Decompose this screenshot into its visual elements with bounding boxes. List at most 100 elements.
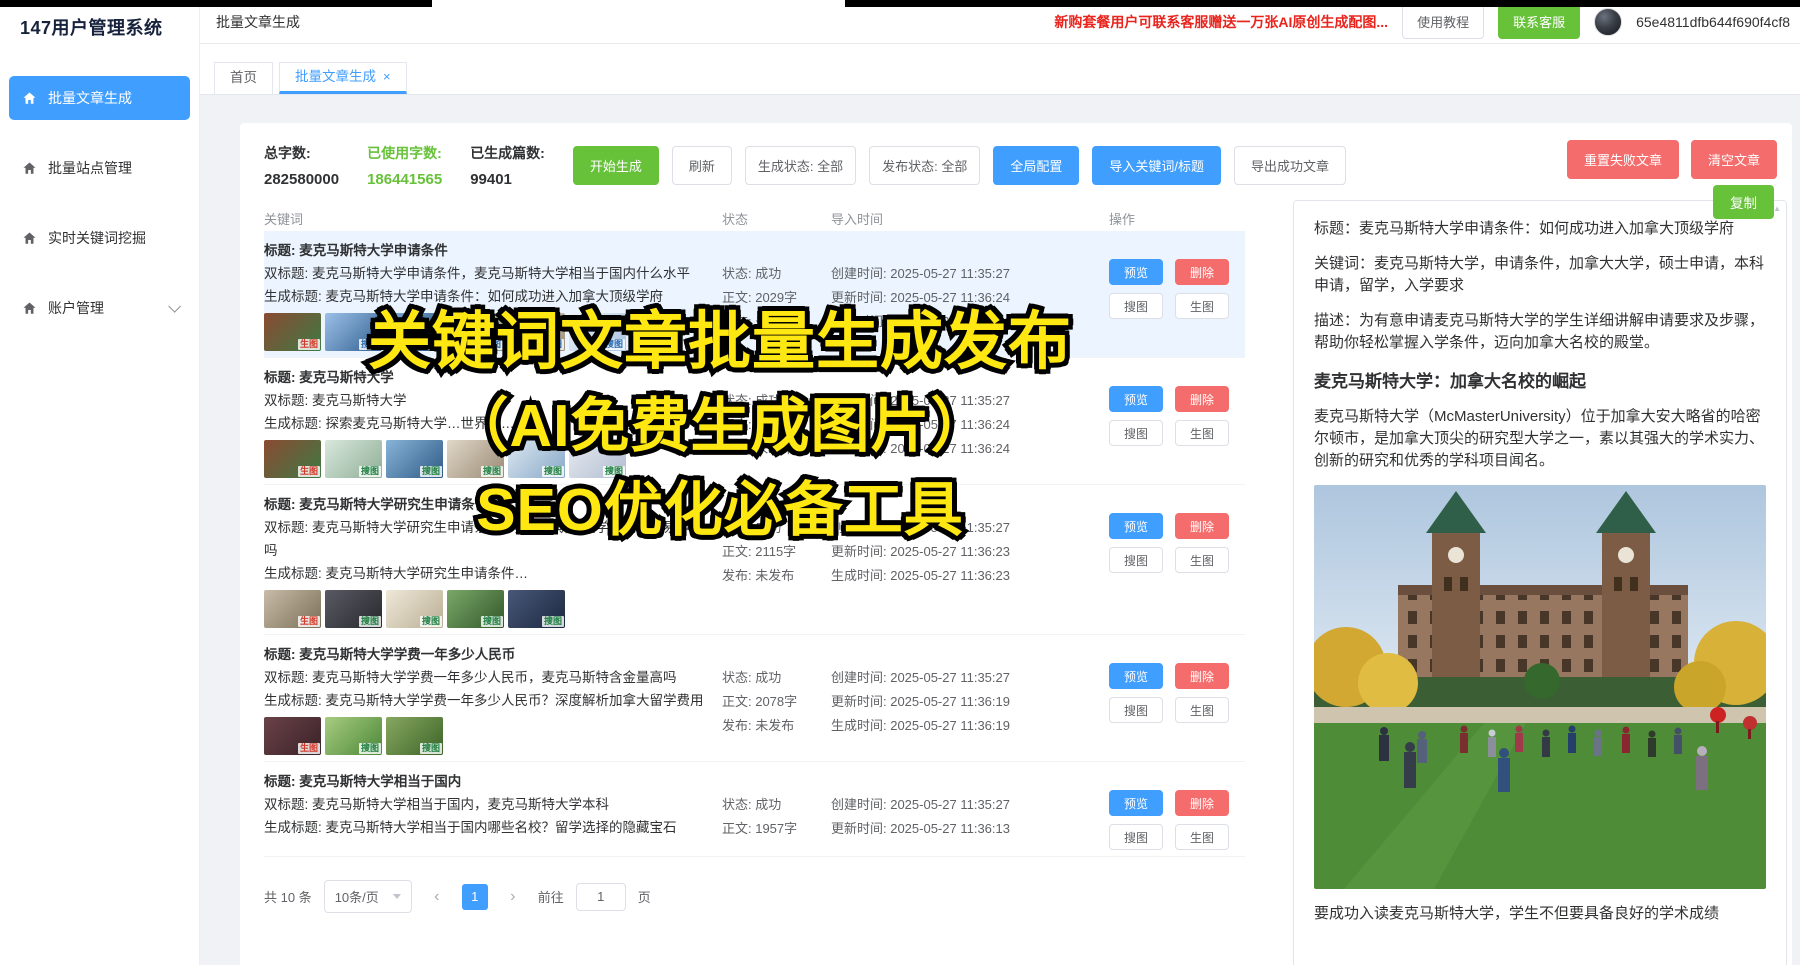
generate-status-select[interactable]: 生成状态: 全部 <box>745 146 856 185</box>
copy-button[interactable]: 复制 <box>1713 185 1774 219</box>
prev-page-button[interactable]: ‹ <box>424 884 450 910</box>
article-thumbnail[interactable]: 生图 <box>264 590 321 628</box>
created-time: 创建时间: 2025-05-27 11:35:27 <box>831 516 1081 540</box>
preview-button[interactable]: 预览 <box>1109 259 1163 285</box>
search-image-button[interactable]: 搜图 <box>1109 293 1163 319</box>
column-header-import-time: 导入时间 <box>831 209 1081 228</box>
close-icon[interactable]: × <box>383 69 391 84</box>
search-image-button[interactable]: 搜图 <box>1109 824 1163 850</box>
table-row[interactable]: 标题: 麦克马斯特大学申请条件 双标题: 麦克马斯特大学申请条件，麦克马斯特大学… <box>264 231 1245 358</box>
time-cell: 创建时间: 2025-05-27 11:35:27 更新时间: 2025-05-… <box>831 770 1081 850</box>
sidebar-item-batch-article[interactable]: 批量文章生成 <box>9 76 190 120</box>
announcement-text[interactable]: 新购套餐用户可联系客服赠送一万张AI原创生成配图... <box>1054 12 1388 32</box>
status-cell: 状态: 成功 正文: 2110字 发布: 未发布 <box>722 366 831 478</box>
article-thumbnail[interactable]: 搜图 <box>447 440 504 478</box>
contact-support-button[interactable]: 联系客服 <box>1498 4 1580 39</box>
video-letterbox-bar <box>0 0 432 7</box>
article-thumbnail[interactable]: 搜图 <box>325 590 382 628</box>
article-thumbnail[interactable]: 生图 <box>264 440 321 478</box>
article-thumbnail[interactable]: 搜图 <box>386 590 443 628</box>
publish-line: 发布: 未发布 <box>722 714 831 738</box>
goto-page-input[interactable] <box>576 883 626 911</box>
table-row[interactable]: 标题: 麦克马斯特大学学费一年多少人民币 双标题: 麦克马斯特大学学费一年多少人… <box>264 635 1245 762</box>
goto-label: 前往 <box>538 887 564 906</box>
preview-button[interactable]: 预览 <box>1109 513 1163 539</box>
page-number-button[interactable]: 1 <box>462 884 488 910</box>
global-config-button[interactable]: 全局配置 <box>993 146 1079 185</box>
article-thumbnail[interactable]: 生图 <box>264 717 321 755</box>
delete-button[interactable]: 删除 <box>1175 513 1229 539</box>
reset-failed-button[interactable]: 重置失败文章 <box>1567 140 1679 179</box>
sidebar-item-batch-sites[interactable]: 批量站点管理 <box>9 146 190 190</box>
page-size-select[interactable]: 10条/页 <box>324 880 412 913</box>
article-thumbnail[interactable]: 搜图 <box>386 717 443 755</box>
tab-batch-article[interactable]: 批量文章生成× <box>279 62 407 94</box>
status-line: 状态: 成功 <box>722 793 831 817</box>
stat-value: 186441565 <box>367 171 442 188</box>
article-thumbnail[interactable]: 搜图 <box>325 313 382 351</box>
avatar[interactable] <box>1594 8 1622 36</box>
sidebar-item-keyword-mining[interactable]: 实时关键词挖掘 <box>9 216 190 260</box>
next-page-button[interactable]: › <box>500 884 526 910</box>
generate-image-button[interactable]: 生图 <box>1175 293 1229 319</box>
thumbnail-badge: 搜图 <box>359 466 381 477</box>
article-thumbnail[interactable]: 生图 <box>264 313 321 351</box>
article-thumbnail[interactable]: 搜图 <box>508 440 565 478</box>
preview-button[interactable]: 预览 <box>1109 790 1163 816</box>
triangle-up-icon[interactable]: ▲ <box>1773 204 1781 213</box>
article-thumbnail[interactable]: 搜图 <box>447 590 504 628</box>
thumbnail-badge: 搜图 <box>603 339 625 350</box>
search-image-button[interactable]: 搜图 <box>1109 697 1163 723</box>
generate-image-button[interactable]: 生图 <box>1175 547 1229 573</box>
stat-generated-count: 已生成篇数: 99401 <box>470 143 545 188</box>
thumbnail-strip: 生图搜图搜图 <box>264 717 714 755</box>
preview-button[interactable]: 预览 <box>1109 386 1163 412</box>
clear-articles-button[interactable]: 清空文章 <box>1691 140 1777 179</box>
generated-time: 生成时间: 2025-05-27 11:36:23 <box>831 564 1081 588</box>
export-success-button[interactable]: 导出成功文章 <box>1234 146 1346 185</box>
publish-line: 发布: 未发布 <box>722 564 831 588</box>
article-thumbnail[interactable]: 搜图 <box>386 440 443 478</box>
thumbnail-strip: 生图搜图搜图搜图搜图 <box>264 590 714 628</box>
tutorial-button[interactable]: 使用教程 <box>1402 4 1484 39</box>
article-dual-title: 双标题: 麦克马斯特大学相当于国内，麦克马斯特大学本科 <box>264 793 714 816</box>
delete-button[interactable]: 删除 <box>1175 790 1229 816</box>
home-icon <box>22 91 37 106</box>
generate-image-button[interactable]: 生图 <box>1175 420 1229 446</box>
delete-button[interactable]: 删除 <box>1175 259 1229 285</box>
main-card: 总字数: 282580000 已使用字数: 186441565 已生成篇数: 9… <box>240 123 1792 965</box>
table-row[interactable]: 标题: 麦克马斯特大学相当于国内 双标题: 麦克马斯特大学相当于国内，麦克马斯特… <box>264 762 1245 857</box>
stat-used-words: 已使用字数: 186441565 <box>367 143 442 188</box>
stat-value: 282580000 <box>264 171 339 188</box>
article-thumbnail[interactable]: 搜图 <box>325 440 382 478</box>
search-image-button[interactable]: 搜图 <box>1109 420 1163 446</box>
article-thumbnail[interactable]: 搜图 <box>508 313 565 351</box>
table-row[interactable]: 标题: 麦克马斯特大学 双标题: 麦克马斯特大学 生成标题: 探索麦克马斯特大学… <box>264 358 1245 485</box>
article-thumbnail[interactable]: 搜图 <box>569 440 626 478</box>
home-icon <box>22 301 37 316</box>
start-generate-button[interactable]: 开始生成 <box>573 146 659 185</box>
import-keywords-button[interactable]: 导入关键词/标题 <box>1092 146 1221 185</box>
created-time: 创建时间: 2025-05-27 11:35:27 <box>831 793 1081 817</box>
tab-home[interactable]: 首页 <box>214 62 273 94</box>
article-gen-title: 生成标题: 麦克马斯特大学研究生申请条件… <box>264 562 714 585</box>
thumbnail-badge: 搜图 <box>420 743 442 754</box>
status-cell: 状态: 成功 正文: 1957字 <box>722 770 831 850</box>
refresh-button[interactable]: 刷新 <box>672 146 732 185</box>
article-thumbnail[interactable]: 搜图 <box>386 313 443 351</box>
breadcrumb: 批量文章生成 <box>216 12 300 32</box>
generate-image-button[interactable]: 生图 <box>1175 697 1229 723</box>
search-image-button[interactable]: 搜图 <box>1109 547 1163 573</box>
sidebar-item-account[interactable]: 账户管理 <box>9 286 190 330</box>
delete-button[interactable]: 删除 <box>1175 386 1229 412</box>
article-thumbnail[interactable]: 搜图 <box>325 717 382 755</box>
status-line: 状态: 成功 <box>722 262 831 286</box>
table-row[interactable]: 标题: 麦克马斯特大学研究生申请条件 双标题: 麦克马斯特大学研究生申请条件，麦… <box>264 485 1245 635</box>
article-thumbnail[interactable]: 搜图 <box>508 590 565 628</box>
delete-button[interactable]: 删除 <box>1175 663 1229 689</box>
publish-status-select[interactable]: 发布状态: 全部 <box>869 146 980 185</box>
article-thumbnail[interactable]: 搜图 <box>447 313 504 351</box>
article-thumbnail[interactable]: 搜图 <box>569 313 626 351</box>
preview-button[interactable]: 预览 <box>1109 663 1163 689</box>
generate-image-button[interactable]: 生图 <box>1175 824 1229 850</box>
